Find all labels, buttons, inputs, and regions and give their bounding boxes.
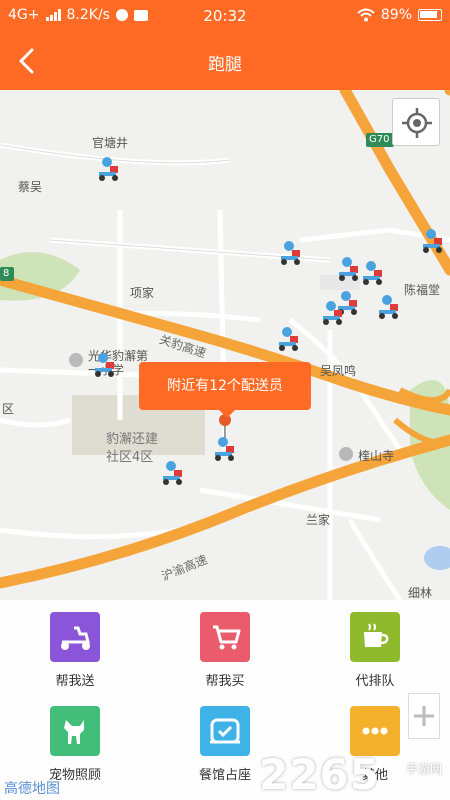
map-label-lanjia: 兰家	[306, 513, 331, 527]
courier-marker[interactable]	[376, 294, 402, 320]
seat-icon	[200, 706, 250, 756]
courier-count-tooltip[interactable]: 附近有12个配送员	[139, 362, 311, 418]
dog-icon	[50, 706, 100, 756]
more-icon	[350, 706, 400, 756]
service-queue-label: 代排队	[355, 674, 395, 689]
battery-icon	[418, 9, 442, 21]
map-label-guantangjing: 官塘井	[92, 136, 129, 150]
courier-marker[interactable]	[278, 240, 304, 266]
watermark-sub: 手游网	[405, 762, 442, 776]
battery-percent: 89%	[380, 7, 412, 23]
wifi-icon	[357, 8, 375, 22]
status-bar: 4G+ 8.2K/s 20:32 89%	[0, 0, 450, 32]
zoom-in-button[interactable]	[408, 693, 440, 739]
map-label-community-line1: 豹澥还建	[106, 432, 159, 447]
service-deliver[interactable]: 帮我送	[20, 600, 130, 690]
map-label-wufengming: 吴凤鸣	[320, 364, 357, 378]
crosshair-icon	[402, 108, 432, 138]
cart-icon	[200, 612, 250, 662]
courier-icon	[379, 295, 398, 319]
service-pet[interactable]: 宠物照顾	[20, 694, 130, 784]
courier-icon	[95, 353, 114, 377]
page-title: 跑腿	[208, 55, 242, 75]
service-deliver-label: 帮我送	[55, 674, 95, 689]
courier-marker[interactable]	[420, 228, 446, 254]
courier-marker[interactable]	[212, 436, 238, 462]
map-label-g70: G70	[369, 134, 390, 145]
service-panel: 帮我送 帮我买 代排队 宠物照顾 餐馆占座 其他	[0, 600, 450, 800]
courier-icon	[423, 229, 442, 253]
courier-icon	[215, 437, 234, 461]
map-label-kuishan: 楏山寺	[358, 449, 395, 463]
locate-button[interactable]	[392, 98, 440, 146]
service-buy[interactable]: 帮我买	[170, 600, 280, 690]
map-label-chenfutang: 陈福堂	[404, 283, 441, 297]
courier-icon	[99, 157, 118, 181]
courier-marker[interactable]	[320, 300, 346, 326]
scooter-icon	[50, 612, 100, 662]
courier-marker[interactable]	[160, 460, 186, 486]
map-label-district: 区	[2, 402, 15, 416]
plus-icon	[414, 706, 434, 726]
service-queue[interactable]: 代排队	[320, 600, 430, 690]
courier-marker[interactable]	[92, 352, 118, 378]
courier-marker[interactable]	[360, 260, 386, 286]
map-label-route8: 8	[3, 268, 10, 279]
courier-icon	[323, 301, 342, 325]
service-buy-label: 帮我买	[205, 674, 245, 689]
map-label-xilin: 细林	[408, 586, 433, 600]
coffee-cup-icon	[350, 612, 400, 662]
map-base	[0, 90, 450, 600]
map-label-community-line2: 社区4区	[106, 450, 154, 465]
courier-marker[interactable]	[96, 156, 122, 182]
courier-marker[interactable]	[336, 256, 362, 282]
courier-marker[interactable]	[276, 326, 302, 352]
courier-icon	[363, 261, 382, 285]
nav-bar: 跑腿	[0, 32, 450, 90]
map-label-xiangjia: 项家	[130, 286, 155, 300]
watermark-logo: 2265	[259, 750, 380, 799]
courier-icon	[281, 241, 300, 265]
status-right: 89%	[357, 7, 442, 23]
map-attribution[interactable]: 高德地图	[4, 778, 60, 798]
courier-icon	[279, 327, 298, 351]
map-label-caiwu: 蔡吴	[18, 180, 43, 194]
courier-icon	[339, 257, 358, 281]
map-view[interactable]: 官塘井 蔡吴 项家 陈福堂 关豹高速 吴凤鸣 光华豹澥第一小学 区 豹澥还建 社…	[0, 90, 450, 600]
courier-icon	[163, 461, 182, 485]
